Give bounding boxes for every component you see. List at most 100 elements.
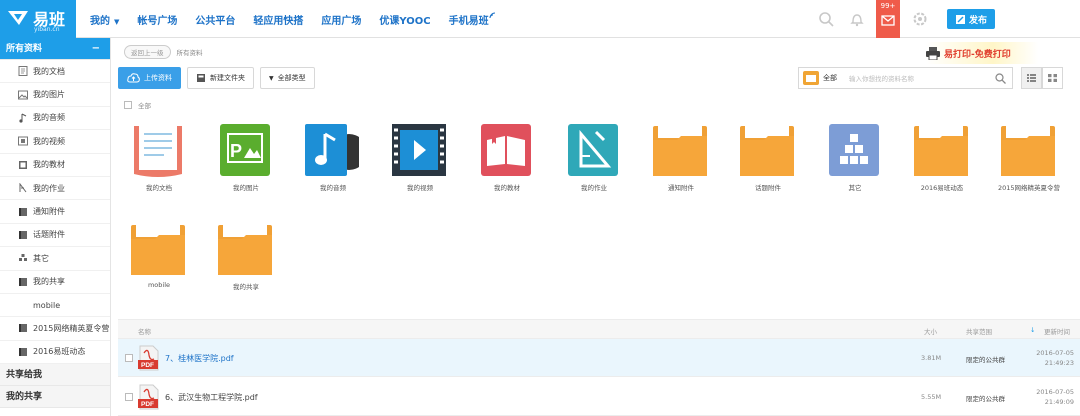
grid-view-button[interactable] — [1042, 67, 1063, 89]
folder-icon — [803, 71, 819, 85]
music-note-icon — [305, 124, 359, 176]
gear-icon[interactable] — [912, 11, 928, 27]
breadcrumb: 返回上一级 所有资料 — [124, 45, 203, 59]
blocks-icon — [829, 124, 879, 176]
tile-mobile[interactable]: mobile — [116, 219, 202, 299]
type-filter-select[interactable]: ▼ 全部类型 — [260, 67, 315, 89]
tile-audio[interactable]: 我的音频 — [290, 120, 376, 200]
search-scope[interactable]: 全部 — [823, 73, 837, 83]
document-icon — [18, 66, 28, 77]
nav-item-public-platform[interactable]: 公共平台 — [195, 12, 235, 27]
select-all-checkbox[interactable] — [124, 101, 132, 109]
sidebar-item-audio[interactable]: 我的音频 — [0, 107, 110, 131]
file-share-scope: 限定的公共群 — [966, 395, 1005, 403]
tile-textbook[interactable]: 我的教材 — [464, 120, 550, 200]
tile-notice-attach[interactable]: 通知附件 — [638, 120, 724, 200]
video-icon — [392, 124, 446, 176]
sidebar-item-mobile[interactable]: mobile — [0, 294, 110, 318]
top-bar: 易班 yiban.cn 我的 ▼ 帐号广场 公共平台 轻应用快搭 应用广场 优课Y… — [0, 0, 1080, 38]
col-share[interactable]: 共享范围 — [966, 326, 992, 336]
sidebar-item-2016-news[interactable]: 2016易班动态 — [0, 341, 110, 365]
col-size[interactable]: 大小 — [924, 326, 937, 336]
tile-pictures[interactable]: P 我的图片 — [203, 120, 289, 200]
sidebar-shared-to-me[interactable]: 共享给我 — [0, 364, 110, 387]
back-button[interactable]: 返回上一级 — [124, 45, 171, 59]
sidebar-item-docs[interactable]: 我的文档 — [0, 60, 110, 84]
grid-icon — [1048, 74, 1057, 82]
publish-button[interactable]: 发布 — [947, 9, 995, 29]
search-input[interactable]: 输入你想找的资料名称 — [849, 73, 995, 83]
tile-topic-attach[interactable]: 话题附件 — [725, 120, 811, 200]
file-list-header: 名称 大小 共享范围 ↓ 更新时间 — [118, 319, 1080, 339]
tile-docs[interactable]: 我的文档 — [116, 120, 202, 200]
main-nav: 我的 ▼ 帐号广场 公共平台 轻应用快搭 应用广场 优课YOOC 手机易班 — [90, 0, 496, 38]
file-row[interactable]: PDF 6、武汉生物工程学院.pdf 5.55M 限定的公共群 2016-07-… — [118, 378, 1080, 416]
row-checkbox[interactable] — [125, 393, 133, 401]
book-icon — [19, 160, 27, 169]
tile-video[interactable]: 我的视频 — [377, 120, 463, 200]
folder-icon — [19, 324, 27, 333]
tile-homework[interactable]: 我的作业 — [551, 120, 637, 200]
file-row[interactable]: PDF 7、桂林医学院.pdf 3.81M 限定的公共群 2016-07-05 2… — [118, 339, 1080, 377]
print-ad-banner[interactable]: 易打印-免费打印 — [926, 42, 1038, 64]
toolbar: 上传资料 新建文件夹 ▼ 全部类型 — [118, 67, 315, 89]
tile-my-share[interactable]: 我的共享 — [203, 219, 289, 299]
sort-arrow-icon[interactable]: ↓ — [1030, 326, 1035, 334]
tile-2015-camp[interactable]: 2015网络精英夏令营 — [986, 120, 1072, 200]
printer-icon — [926, 46, 940, 60]
logo-sub: yiban.cn — [34, 26, 60, 33]
breadcrumb-current: 所有资料 — [176, 49, 203, 57]
tile-2016-news[interactable]: 2016易班动态 — [899, 120, 985, 200]
chevron-down-icon: ▼ — [114, 17, 120, 26]
nav-item-mobile-yiban[interactable]: 手机易班 — [449, 12, 496, 27]
sidebar-item-my-share[interactable]: 我的共享 — [0, 271, 110, 294]
sidebar-my-share[interactable]: 我的共享 — [0, 386, 110, 409]
file-name-link[interactable]: 6、武汉生物工程学院.pdf — [165, 392, 258, 403]
picture-icon: P — [220, 124, 270, 176]
sidebar-item-topic-attach[interactable]: 话题附件 — [0, 224, 110, 248]
select-all[interactable]: 全部 — [124, 100, 151, 110]
col-name[interactable]: 名称 — [138, 326, 151, 336]
folder-icon — [19, 230, 27, 239]
sidebar-item-notice-attach[interactable]: 通知附件 — [0, 200, 110, 224]
sidebar-item-pictures[interactable]: 我的图片 — [0, 83, 110, 107]
folder-icon — [19, 277, 27, 286]
file-share-scope: 限定的公共群 — [966, 356, 1005, 364]
upload-button[interactable]: 上传资料 — [118, 67, 181, 89]
sidebar-item-2015-camp[interactable]: 2015网络精英夏令营 — [0, 317, 110, 341]
nav-item-mine[interactable]: 我的 ▼ — [90, 12, 119, 27]
mail-button[interactable]: 99+ — [876, 0, 900, 38]
list-icon — [1027, 74, 1036, 82]
sidebar-all-files[interactable]: 所有资料 − — [0, 38, 110, 60]
pdf-icon: PDF — [138, 384, 159, 410]
file-date: 2016-07-05 21:49:09 — [1036, 388, 1074, 406]
sidebar-item-homework[interactable]: 我的作业 — [0, 177, 110, 201]
signal-icon — [489, 12, 495, 18]
file-name-link[interactable]: 7、桂林医学院.pdf — [165, 353, 234, 364]
col-date[interactable]: 更新时间 — [1044, 326, 1070, 336]
search-bar: 全部 输入你想找的资料名称 — [798, 67, 1013, 89]
bell-icon[interactable] — [849, 11, 865, 27]
file-size: 5.55M — [921, 393, 942, 401]
folder-icon — [19, 347, 27, 356]
tile-other[interactable]: 其它 — [812, 120, 898, 200]
search-icon[interactable] — [818, 11, 834, 27]
search-icon[interactable] — [995, 72, 1006, 84]
pdf-icon: PDF — [138, 345, 159, 371]
sidebar-item-other[interactable]: 其它 — [0, 247, 110, 271]
nav-item-app-square[interactable]: 应用广场 — [321, 12, 361, 27]
new-folder-button[interactable]: 新建文件夹 — [187, 67, 254, 89]
nav-item-account-square[interactable]: 帐号广场 — [137, 12, 177, 27]
document-icon — [134, 124, 182, 177]
yiban-logo[interactable]: 易班 yiban.cn — [0, 0, 76, 38]
nav-item-light-app[interactable]: 轻应用快搭 — [253, 12, 303, 27]
folder-icon — [740, 124, 794, 176]
print-ad-text: 易打印-免费打印 — [944, 49, 1011, 60]
list-view-button[interactable] — [1021, 67, 1042, 89]
sidebar-item-textbook[interactable]: 我的教材 — [0, 154, 110, 177]
nav-item-yooc[interactable]: 优课YOOC — [379, 12, 430, 27]
row-checkbox[interactable] — [125, 354, 133, 362]
collapse-icon[interactable]: − — [92, 38, 100, 60]
homework-icon — [19, 183, 27, 193]
sidebar-item-video[interactable]: 我的视频 — [0, 130, 110, 154]
